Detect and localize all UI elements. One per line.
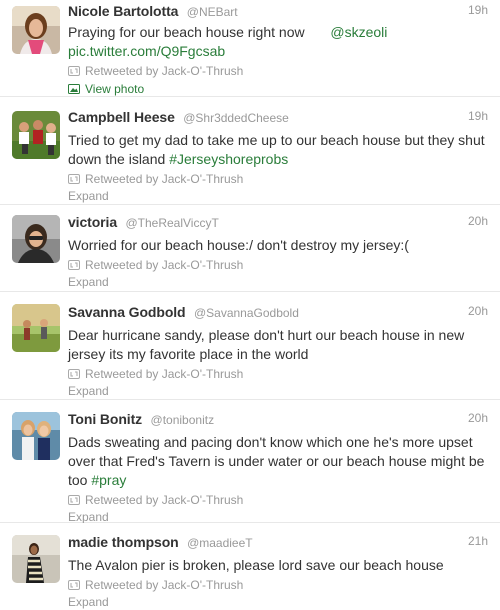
timestamp[interactable]: 21h	[468, 534, 488, 548]
tweet-text-body: Dear hurricane sandy, please don't hurt …	[68, 327, 465, 362]
fullname[interactable]: victoria	[68, 214, 117, 230]
timestamp[interactable]: 19h	[468, 109, 488, 123]
retweeted-by-label: Retweeted by Jack-O'-Thrush	[85, 63, 244, 78]
photo-link[interactable]: pic.twitter.com/Q9Fgcsab	[68, 43, 225, 59]
tweet-text: Worried for our beach house:/ don't dest…	[68, 236, 488, 255]
tweet-feed: Nicole Bartolotta @NEBart 19h Praying fo…	[0, 0, 500, 610]
fullname[interactable]: Campbell Heese	[68, 109, 175, 125]
avatar[interactable]	[12, 6, 60, 54]
avatar[interactable]	[12, 111, 60, 159]
tweet-item[interactable]: Savanna Godbold @SavannaGodbold 20h Dear…	[0, 292, 500, 400]
tweet-text-body: Worried for our beach house:/ don't dest…	[68, 237, 409, 253]
username[interactable]: @tonibonitz	[151, 413, 215, 427]
avatar[interactable]	[12, 412, 60, 460]
avatar-photo-icon	[12, 412, 60, 460]
tweet-text: Praying for our beach house right now @s…	[68, 23, 488, 61]
retweeted-by[interactable]: Retweeted by Jack-O'-Thrush	[68, 576, 488, 593]
retweeted-by-label: Retweeted by Jack-O'-Thrush	[85, 492, 244, 507]
tweet-text-body: Praying for our beach house right now	[68, 24, 305, 40]
fullname[interactable]: madie thompson	[68, 534, 179, 550]
fullname[interactable]: Toni Bonitz	[68, 411, 142, 427]
username[interactable]: @SavannaGodbold	[194, 306, 299, 320]
expand-button[interactable]: Expand	[68, 188, 488, 205]
tweet-text: The Avalon pier is broken, please lord s…	[68, 556, 488, 575]
retweeted-by[interactable]: Retweeted by Jack-O'-Thrush	[68, 62, 488, 79]
hashtag-link[interactable]: #pray	[91, 472, 126, 488]
avatar-photo-icon	[12, 304, 60, 352]
timestamp[interactable]: 20h	[468, 411, 488, 425]
avatar-photo-icon	[12, 215, 60, 263]
tweet-item[interactable]: Toni Bonitz @tonibonitz 20h Dads sweatin…	[0, 400, 500, 524]
retweet-icon	[68, 65, 80, 76]
username[interactable]: @TheRealViccyT	[125, 216, 218, 230]
timestamp[interactable]: 20h	[468, 304, 488, 318]
mention-link[interactable]: @skzeoli	[330, 24, 387, 40]
avatar-photo-icon	[12, 111, 60, 159]
view-photo-button[interactable]: View photo	[68, 80, 488, 97]
tweet-text: Dads sweating and pacing don't know whic…	[68, 433, 488, 490]
avatar[interactable]	[12, 215, 60, 263]
retweeted-by[interactable]: Retweeted by Jack-O'-Thrush	[68, 365, 488, 382]
view-photo-label: View photo	[85, 81, 145, 96]
tweet-item[interactable]: Campbell Heese @Shr3ddedCheese 19h Tried…	[0, 97, 500, 205]
username[interactable]: @maadieeT	[187, 536, 253, 550]
expand-button[interactable]: Expand	[68, 274, 488, 291]
tweet-text: Dear hurricane sandy, please don't hurt …	[68, 326, 488, 364]
avatar-photo-icon	[12, 6, 60, 54]
retweeted-by[interactable]: Retweeted by Jack-O'-Thrush	[68, 170, 488, 187]
retweeted-by[interactable]: Retweeted by Jack-O'-Thrush	[68, 256, 488, 273]
retweeted-by-label: Retweeted by Jack-O'-Thrush	[85, 366, 244, 381]
retweet-icon	[68, 368, 80, 379]
avatar[interactable]	[12, 304, 60, 352]
timestamp[interactable]: 20h	[468, 214, 488, 228]
retweet-icon	[68, 494, 80, 505]
tweet-text-body: The Avalon pier is broken, please lord s…	[68, 557, 444, 573]
tweet-item[interactable]: madie thompson @maadieeT 21h The Avalon …	[0, 523, 500, 610]
tweet-item[interactable]: Nicole Bartolotta @NEBart 19h Praying fo…	[0, 0, 500, 97]
retweet-icon	[68, 173, 80, 184]
tweet-text-body: Dads sweating and pacing don't know whic…	[68, 434, 485, 488]
retweet-icon	[68, 579, 80, 590]
retweeted-by-label: Retweeted by Jack-O'-Thrush	[85, 257, 244, 272]
photo-icon	[68, 83, 80, 94]
expand-button[interactable]: Expand	[68, 383, 488, 400]
retweeted-by-label: Retweeted by Jack-O'-Thrush	[85, 577, 244, 592]
tweet-text: Tried to get my dad to take me up to our…	[68, 131, 488, 169]
avatar-photo-icon	[12, 535, 60, 583]
retweet-icon	[68, 259, 80, 270]
fullname[interactable]: Savanna Godbold	[68, 304, 186, 320]
expand-button[interactable]: Expand	[68, 594, 488, 610]
username[interactable]: @Shr3ddedCheese	[183, 111, 289, 125]
fullname[interactable]: Nicole Bartolotta	[68, 3, 178, 19]
timestamp[interactable]: 19h	[468, 3, 488, 17]
hashtag-link[interactable]: #Jerseyshoreprobs	[169, 151, 288, 167]
retweeted-by-label: Retweeted by Jack-O'-Thrush	[85, 171, 244, 186]
tweet-item[interactable]: victoria @TheRealViccyT 20h Worried for …	[0, 205, 500, 292]
username[interactable]: @NEBart	[187, 5, 238, 19]
avatar[interactable]	[12, 535, 60, 583]
retweeted-by[interactable]: Retweeted by Jack-O'-Thrush	[68, 491, 488, 508]
